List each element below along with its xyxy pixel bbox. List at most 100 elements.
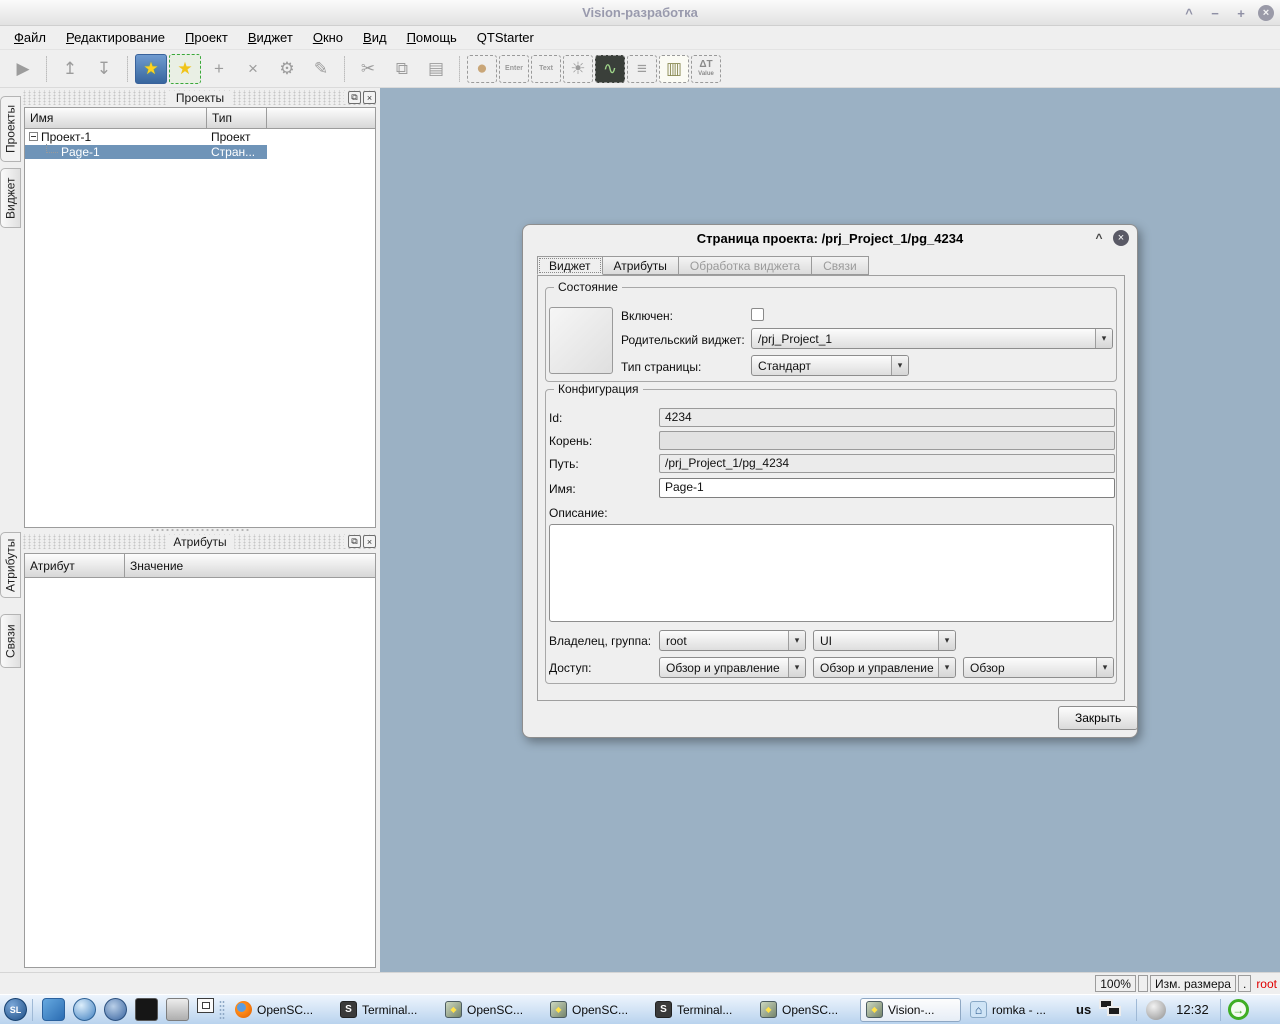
sidebar-tab-projects[interactable]: Проекты (0, 96, 21, 162)
menu-item-view[interactable]: Вид (353, 27, 397, 48)
dock-close-icon[interactable]: × (363, 535, 376, 548)
dialog-close-button[interactable]: × (1113, 230, 1129, 246)
dock-splitter[interactable] (150, 528, 250, 532)
projects-dock-titlebar[interactable]: Проекты ⧉ × (22, 90, 378, 105)
visual-item-properties-icon[interactable]: ⚙ (271, 54, 303, 84)
logout-icon[interactable]: → (1228, 999, 1249, 1020)
group-value: UI (814, 634, 938, 648)
dock-float-icon[interactable]: ⧉ (348, 91, 361, 104)
window-minimize-button[interactable]: − (1206, 4, 1224, 22)
task-button-4[interactable]: ◆ OpenSC... (545, 998, 646, 1022)
menu-item-widget[interactable]: Виджет (238, 27, 303, 48)
parent-widget-select[interactable]: /prj_Project_1 ▾ (751, 328, 1113, 349)
column-header-attribute[interactable]: Атрибут (25, 554, 125, 577)
menu-item-window[interactable]: Окно (303, 27, 353, 48)
page-type-select[interactable]: Стандарт ▾ (751, 355, 909, 376)
paste-icon[interactable]: ▤ (420, 54, 452, 84)
run-vision-icon[interactable]: ▶ (7, 54, 39, 84)
widget-function-icon[interactable]: ΔT Value (691, 55, 721, 83)
task-button-home[interactable]: ⌂ romka - ... (965, 998, 1066, 1022)
delete-visual-item-icon[interactable]: × (237, 54, 269, 84)
widget-diagram-icon[interactable]: ∿ (595, 55, 625, 83)
access-owner-select[interactable]: Обзор и управление ▾ (659, 657, 806, 678)
add-visual-item-icon[interactable]: + (203, 54, 235, 84)
toolbar-separator (344, 56, 345, 82)
close-dialog-button[interactable]: Закрыть (1058, 706, 1138, 730)
toolbar-separator (459, 56, 460, 82)
task-button-2[interactable]: S Terminal... (335, 998, 436, 1022)
tree-row-project1[interactable]: Проект-1 Проект (25, 129, 375, 144)
menu-item-edit[interactable]: Редактирование (56, 27, 175, 48)
sidebar-tab-links[interactable]: Связи (0, 614, 21, 668)
start-menu-icon[interactable]: SL (4, 998, 27, 1021)
window-titlebar[interactable]: Vision-разработка ^ − + × (0, 0, 1280, 26)
enabled-checkbox[interactable] (751, 308, 764, 321)
edit-visual-item-icon[interactable]: ✎ (305, 54, 337, 84)
sidebar-tab-attributes[interactable]: Атрибуты (0, 532, 21, 598)
terminal-icon: S (340, 1001, 357, 1018)
zoom-indicator: 100% (1095, 975, 1136, 992)
task-label: OpenSC... (257, 1003, 313, 1017)
attributes-dock-titlebar[interactable]: Атрибуты ⧉ × (22, 534, 378, 549)
tab-widget[interactable]: Виджет (537, 256, 603, 275)
access-other-value: Обзор (964, 661, 1096, 675)
terminal-launcher-icon[interactable] (135, 998, 158, 1021)
widget-text-icon[interactable]: Text (531, 55, 561, 83)
keyboard-layout-indicator[interactable]: us (1076, 1002, 1091, 1017)
task-button-6[interactable]: ◆ OpenSC... (755, 998, 856, 1022)
column-header-name[interactable]: Имя (25, 108, 207, 128)
column-header-type[interactable]: Тип (207, 108, 267, 128)
dock-float-icon[interactable]: ⧉ (348, 535, 361, 548)
tree-row-page1[interactable]: Page-1 Стран... (25, 144, 375, 159)
workspace-pager[interactable] (197, 998, 214, 1013)
task-button-1[interactable]: OpenSC... (230, 998, 331, 1022)
group-select[interactable]: UI ▾ (813, 630, 956, 651)
description-textarea[interactable] (549, 524, 1114, 622)
column-header-value[interactable]: Значение (125, 554, 375, 577)
window-collapse-button[interactable]: ^ (1180, 4, 1198, 22)
status-dot-indicator: . (1238, 975, 1251, 992)
widget-protocol-icon[interactable]: ≡ (627, 55, 657, 83)
window-close-button[interactable]: × (1258, 5, 1274, 21)
task-button-vision[interactable]: ◆ Vision-... (860, 998, 961, 1022)
workspace: Проекты Виджет Атрибуты Связи Проекты ⧉ … (0, 88, 1280, 972)
access-other-select[interactable]: Обзор ▾ (963, 657, 1114, 678)
cut-icon[interactable]: ✂ (352, 54, 384, 84)
mail-icon[interactable] (104, 998, 127, 1021)
access-group-value: Обзор и управление (814, 661, 938, 675)
save-to-db-icon[interactable]: ↧ (88, 54, 120, 84)
menu-item-qtstarter[interactable]: QTStarter (467, 27, 544, 48)
task-button-3[interactable]: ◆ OpenSC... (440, 998, 541, 1022)
file-manager-icon[interactable] (166, 998, 189, 1021)
copy-icon[interactable]: ⧉ (386, 54, 418, 84)
browser-icon[interactable] (73, 998, 96, 1021)
task-button-5[interactable]: S Terminal... (650, 998, 751, 1022)
load-from-db-icon[interactable]: ↥ (54, 54, 86, 84)
widget-media-icon[interactable]: ☀ (563, 55, 593, 83)
tab-attributes[interactable]: Атрибуты (603, 256, 679, 275)
name-field[interactable]: Page-1 (659, 478, 1115, 498)
owner-select[interactable]: root ▾ (659, 630, 806, 651)
widget-elementary-figure-icon[interactable]: ● (467, 55, 497, 83)
show-desktop-icon[interactable] (42, 998, 65, 1021)
widget-form-element-icon[interactable]: Enter (499, 55, 529, 83)
new-project-icon[interactable]: ★ (135, 54, 167, 84)
dock-close-icon[interactable]: × (363, 91, 376, 104)
menu-item-help[interactable]: Помощь (397, 27, 467, 48)
user-indicator[interactable]: root (1253, 977, 1278, 991)
taskbar-drag-handle[interactable] (219, 1000, 225, 1020)
menu-item-project[interactable]: Проект (175, 27, 238, 48)
access-group-select[interactable]: Обзор и управление ▾ (813, 657, 956, 678)
window-maximize-button[interactable]: + (1232, 4, 1250, 22)
task-label: Terminal... (362, 1003, 417, 1017)
sidebar-tab-widget[interactable]: Виджет (0, 168, 21, 228)
page-preview (549, 307, 613, 374)
new-widget-library-icon[interactable]: ★ (169, 54, 201, 84)
dialog-collapse-button[interactable]: ^ (1091, 230, 1107, 246)
tree-expander-icon[interactable] (29, 132, 38, 141)
menu-item-file[interactable]: Файл (4, 27, 56, 48)
taskbar-separator (1136, 999, 1137, 1021)
widget-document-icon[interactable]: ▥ (659, 55, 689, 83)
volume-icon[interactable] (1146, 1000, 1166, 1020)
monitors-icon[interactable] (1099, 999, 1125, 1021)
